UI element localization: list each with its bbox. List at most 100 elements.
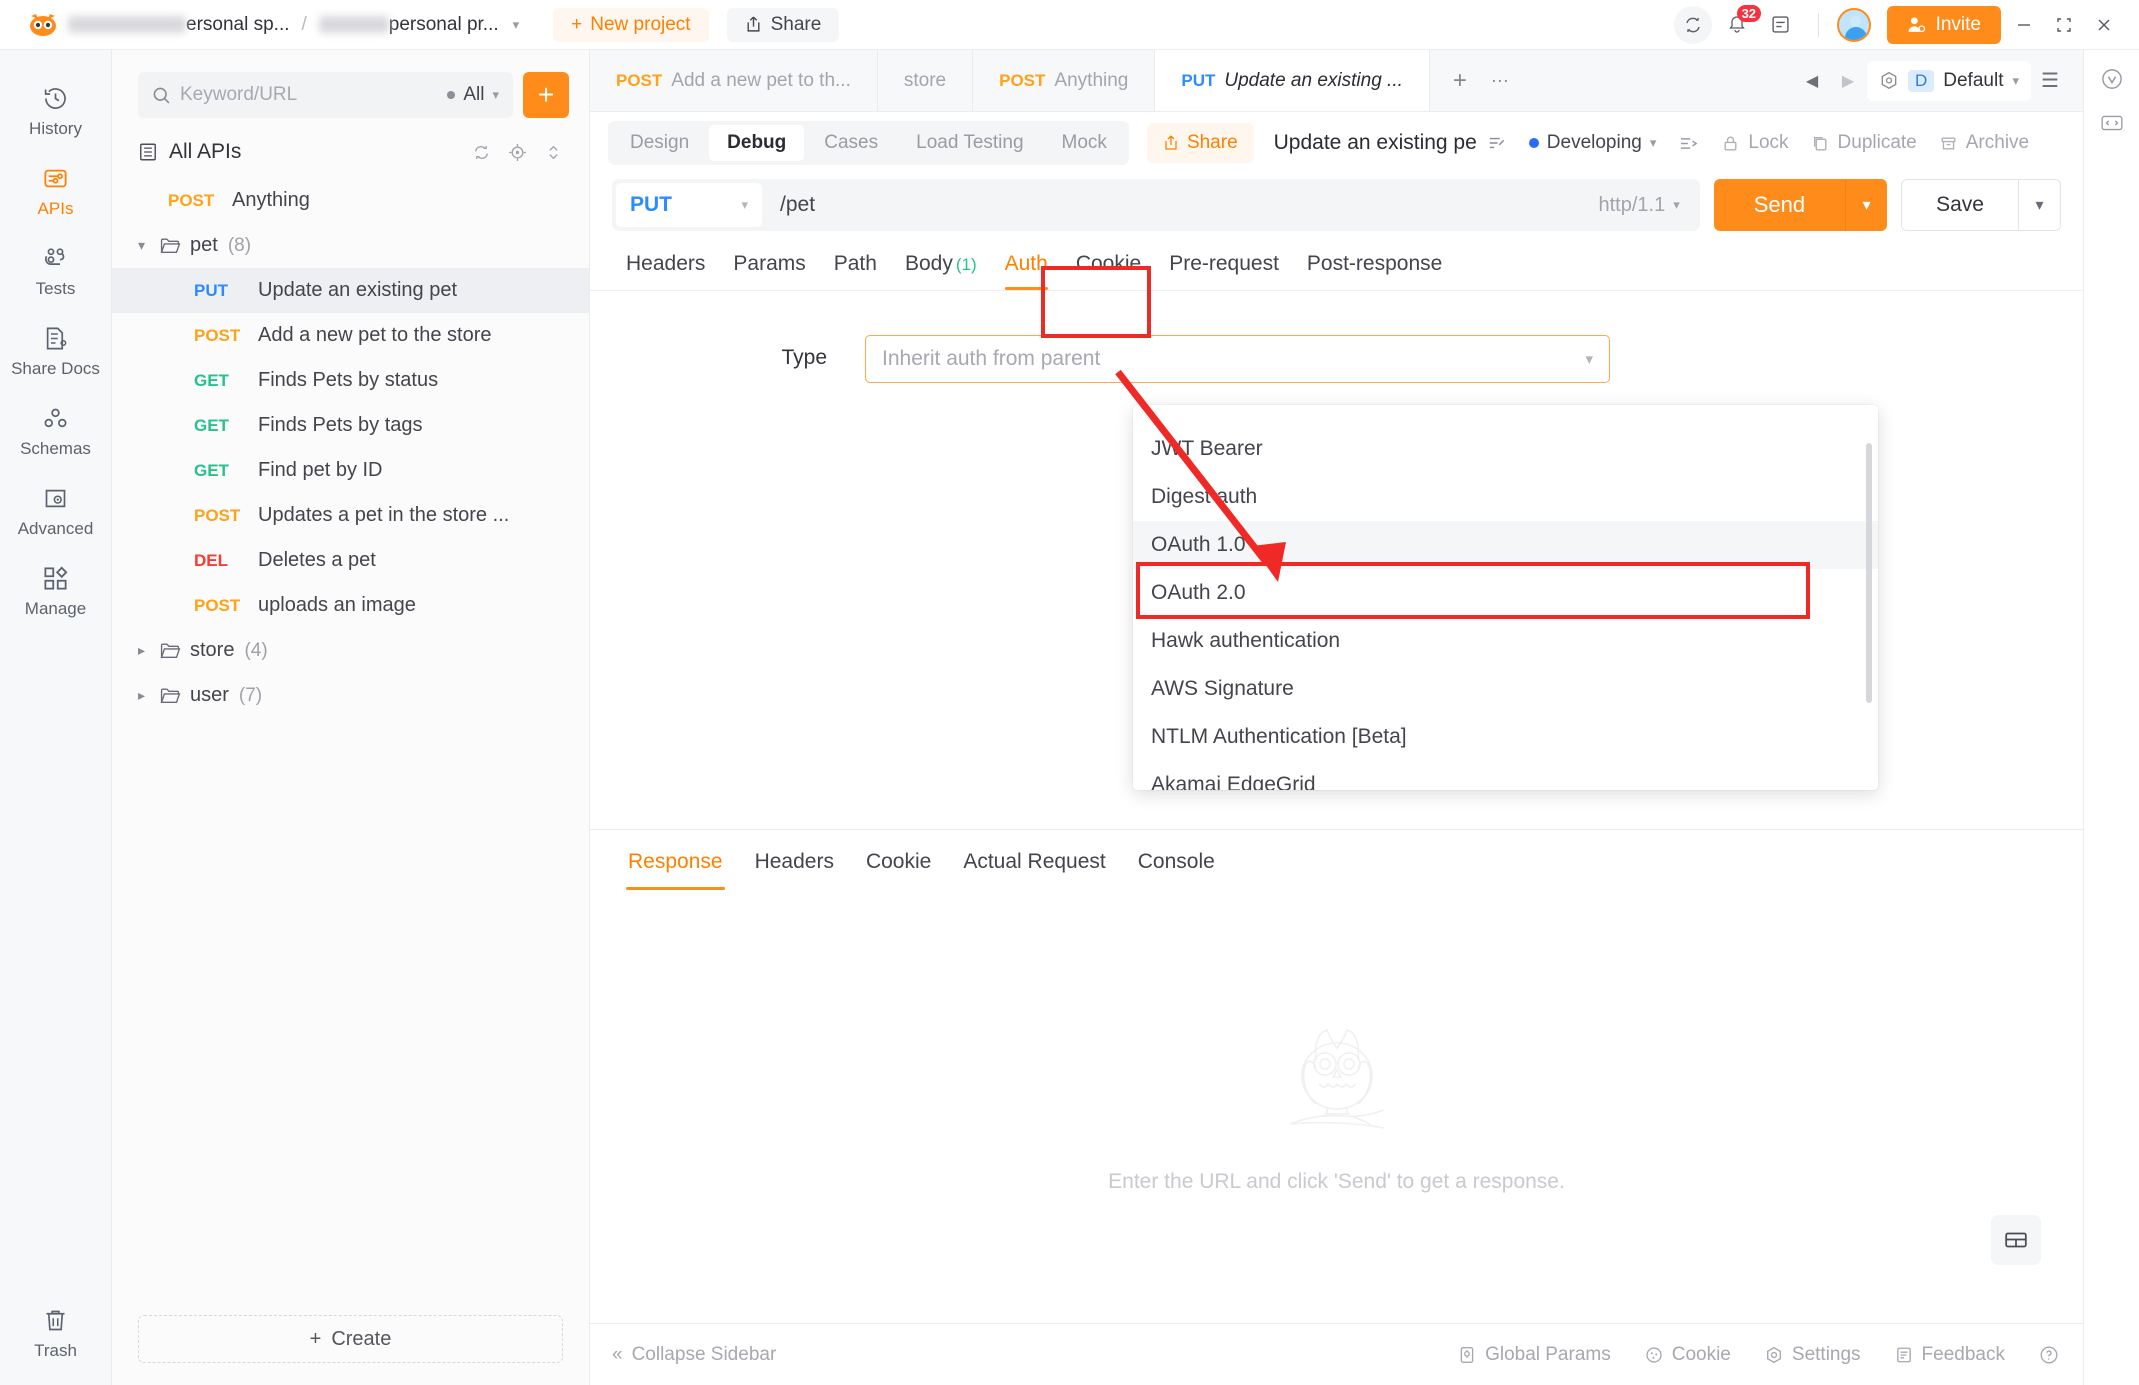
dropdown-scrollbar[interactable] [1866, 415, 1872, 780]
url-input[interactable] [762, 193, 1599, 217]
mode-segment[interactable]: Mock [1044, 125, 1125, 161]
request-tab[interactable]: Auth [991, 246, 1062, 290]
editor-tab[interactable]: POST Anything [973, 50, 1156, 111]
send-options-caret[interactable]: ▾ [1845, 179, 1888, 231]
collapse-expand-icon[interactable] [544, 143, 563, 162]
editor-tab[interactable]: PUT Update an existing ... [1155, 50, 1430, 111]
request-tab[interactable]: Params [719, 246, 819, 290]
tree-folder-row[interactable]: ▸ user (7) [112, 673, 589, 718]
chevron-down-icon[interactable]: ▾ [513, 17, 520, 33]
mode-segment[interactable]: Load Testing [898, 125, 1041, 161]
sidebar-item-schemas[interactable]: Schemas [0, 392, 111, 472]
all-apis-row[interactable]: All APIs [112, 130, 589, 174]
response-tab[interactable]: Headers [739, 844, 850, 890]
api-share-button[interactable]: Share [1146, 123, 1254, 163]
auth-option[interactable]: OAuth 1.0 [1133, 521, 1878, 569]
chevron-right-icon[interactable]: ▸ [138, 642, 160, 659]
chevron-right-icon[interactable]: ▸ [138, 687, 160, 704]
request-tab[interactable]: Post-response [1293, 246, 1456, 290]
tree-api-row[interactable]: POST Anything [112, 178, 589, 223]
environment-menu-icon[interactable]: ☰ [2033, 64, 2067, 98]
tree-api-row[interactable]: DEL Deletes a pet [112, 538, 589, 583]
response-tab[interactable]: Console [1122, 844, 1231, 890]
create-button[interactable]: + Create [138, 1315, 563, 1363]
move-icon-button[interactable] [1678, 133, 1699, 154]
auth-option[interactable]: Akamai EdgeGrid [1133, 761, 1878, 790]
maximize-button[interactable] [2047, 8, 2081, 42]
tree-api-row[interactable]: POST Updates a pet in the store ... [112, 493, 589, 538]
mode-segment[interactable]: Cases [806, 125, 896, 161]
tab-more-button[interactable]: ··· [1482, 63, 1518, 99]
archive-button[interactable]: Archive [1939, 132, 2029, 154]
mode-segment[interactable]: Design [612, 125, 707, 161]
dropdown-scroll-thumb[interactable] [1866, 443, 1872, 703]
global-params-button[interactable]: Global Params [1458, 1344, 1611, 1366]
request-tab[interactable]: Cookie [1062, 246, 1155, 290]
tree-api-row[interactable]: POST Add a new pet to the store [112, 313, 589, 358]
invite-button[interactable]: Invite [1886, 5, 2001, 44]
sidebar-item-history[interactable]: History [0, 72, 111, 152]
editor-tab[interactable]: POST Add a new pet to th... [590, 50, 878, 111]
code-snippet-icon[interactable] [2095, 108, 2129, 138]
tree-api-row[interactable]: GET Find pet by ID [112, 448, 589, 493]
request-tab[interactable]: Body (1) [891, 246, 991, 290]
chevron-down-icon[interactable]: ▾ [138, 237, 160, 254]
collapse-sidebar-button[interactable]: « Collapse Sidebar [612, 1344, 776, 1366]
tab-next-button[interactable]: ▶ [1831, 64, 1865, 98]
tree-folder-row[interactable]: ▾ pet (8) [112, 223, 589, 268]
auth-option[interactable]: JWT Bearer [1133, 425, 1878, 473]
duplicate-button[interactable]: Duplicate [1811, 132, 1917, 154]
tree-folder-row[interactable]: ▸ store (4) [112, 628, 589, 673]
response-tab[interactable]: Actual Request [947, 844, 1121, 890]
tab-prev-button[interactable]: ◀ [1795, 64, 1829, 98]
lock-button[interactable]: Lock [1721, 132, 1789, 154]
auth-type-dropdown[interactable]: JWT Bearer Digest auth OAuth 1.0 OAuth 2.0 H… [1133, 405, 1878, 790]
help-button[interactable] [2039, 1345, 2059, 1365]
protocol-select[interactable]: http/1.1 ▾ [1598, 194, 1695, 217]
auth-option[interactable]: Digest auth [1133, 473, 1878, 521]
save-button[interactable]: Save [1902, 180, 2018, 230]
add-api-button[interactable]: + [523, 72, 569, 118]
sidebar-item-share-docs[interactable]: Share Docs [0, 312, 111, 392]
settings-button[interactable]: Settings [1765, 1344, 1861, 1366]
locate-icon[interactable] [508, 143, 527, 162]
sidebar-item-apis[interactable]: APIs [0, 152, 111, 232]
mode-segment[interactable]: Debug [709, 125, 805, 161]
notifications-bell-icon[interactable]: 32 [1718, 4, 1762, 44]
environment-select[interactable]: D Default ▾ [1866, 60, 2031, 101]
breadcrumb-workspace[interactable]: ersonal sp... [68, 14, 290, 36]
search-input[interactable] [180, 84, 439, 106]
auth-option[interactable]: Hawk authentication [1133, 617, 1878, 665]
response-tab[interactable]: Cookie [850, 844, 947, 890]
sidebar-item-tests[interactable]: Tests [0, 232, 111, 312]
response-tab[interactable]: Response [612, 844, 739, 890]
edit-name-icon[interactable] [1487, 133, 1507, 153]
request-tab[interactable]: Headers [612, 246, 719, 290]
auth-option[interactable]: OAuth 2.0 [1133, 569, 1878, 617]
filter-select[interactable]: All ▾ [447, 84, 499, 106]
minimize-button[interactable] [2007, 8, 2041, 42]
sidebar-item-trash[interactable]: Trash [0, 1294, 111, 1385]
docs-panel-icon[interactable] [1762, 6, 1800, 44]
method-select[interactable]: PUT ▾ [616, 183, 762, 227]
avatar[interactable] [1836, 7, 1871, 42]
auth-option[interactable]: NTLM Authentication [Beta] [1133, 713, 1878, 761]
request-tab[interactable]: Path [820, 246, 891, 290]
share-button[interactable]: Share [726, 7, 840, 42]
new-project-button[interactable]: + New project [553, 7, 709, 42]
tree-api-row[interactable]: PUT Update an existing pet [112, 268, 589, 313]
status-select[interactable]: Developing ▾ [1528, 132, 1656, 154]
refresh-icon[interactable] [472, 143, 491, 162]
editor-tab[interactable]: store [878, 50, 974, 111]
sidebar-item-manage[interactable]: Manage [0, 552, 111, 632]
new-tab-button[interactable]: + [1442, 63, 1478, 99]
search-box[interactable]: All ▾ [138, 72, 513, 118]
tree-api-row[interactable]: POST uploads an image [112, 583, 589, 628]
close-button[interactable] [2087, 8, 2121, 42]
auth-option[interactable]: AWS Signature [1133, 665, 1878, 713]
send-button[interactable]: Send [1713, 179, 1846, 231]
request-tab[interactable]: Pre-request [1155, 246, 1293, 290]
version-icon[interactable] [2095, 64, 2129, 94]
sync-icon[interactable] [1673, 5, 1712, 44]
breadcrumb-project[interactable]: personal pr... [318, 14, 499, 36]
